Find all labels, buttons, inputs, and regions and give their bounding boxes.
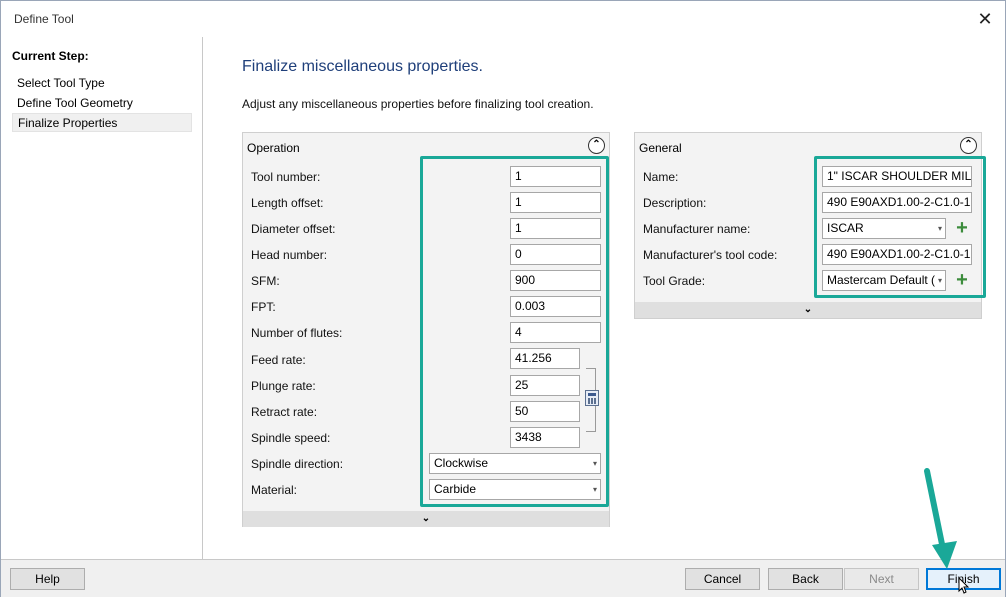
steps-panel: Current Step: Select Tool Type Define To…	[1, 37, 203, 559]
button-bar: Help Cancel Back Next Finish	[1, 559, 1005, 597]
operation-fields-highlight	[420, 156, 609, 507]
tool-number-label: Tool number:	[251, 170, 321, 184]
spindle-speed-label: Spindle speed:	[251, 431, 331, 445]
tool-grade-label: Tool Grade:	[643, 274, 706, 288]
name-label: Name:	[643, 170, 679, 184]
annotation-arrow-icon	[924, 468, 957, 569]
current-step-heading: Current Step:	[12, 49, 89, 63]
diameter-offset-label: Diameter offset:	[251, 222, 336, 236]
title-bar: Define Tool ✕	[1, 1, 1005, 36]
back-button[interactable]: Back	[768, 568, 843, 590]
description-label: Description:	[643, 196, 707, 210]
cancel-button[interactable]: Cancel	[685, 568, 760, 590]
window-title: Define Tool	[14, 12, 74, 26]
retract-rate-label: Retract rate:	[251, 405, 318, 419]
help-button[interactable]: Help	[10, 568, 85, 590]
head-number-label: Head number:	[251, 248, 328, 262]
number-of-flutes-label: Number of flutes:	[251, 326, 343, 340]
mouse-cursor-icon	[958, 577, 970, 594]
manufacturer-name-label: Manufacturer name:	[643, 222, 751, 236]
length-offset-label: Length offset:	[251, 196, 324, 210]
fpt-label: FPT:	[251, 300, 276, 314]
page-title: Finalize miscellaneous properties.	[242, 58, 483, 75]
general-heading: General	[639, 141, 682, 155]
expand-down-icon[interactable]: ⌄	[243, 511, 609, 527]
sfm-label: SFM:	[251, 274, 280, 288]
step-define-tool-geometry[interactable]: Define Tool Geometry	[12, 94, 192, 113]
general-fields-highlight	[814, 156, 986, 298]
page-description: Adjust any miscellaneous properties befo…	[242, 97, 594, 111]
next-button[interactable]: Next	[844, 568, 919, 590]
expand-down-icon[interactable]: ⌄	[635, 302, 981, 318]
collapse-up-icon[interactable]: ⌃	[960, 137, 977, 154]
plunge-rate-label: Plunge rate:	[251, 379, 316, 393]
spindle-direction-label: Spindle direction:	[251, 457, 344, 471]
collapse-up-icon[interactable]: ⌃	[588, 137, 605, 154]
step-finalize-properties[interactable]: Finalize Properties	[12, 113, 192, 132]
manufacturer-tool-code-label: Manufacturer's tool code:	[643, 248, 778, 262]
define-tool-dialog: Define Tool ✕ Current Step: Select Tool …	[0, 0, 1006, 597]
operation-heading: Operation	[247, 141, 300, 155]
feed-rate-label: Feed rate:	[251, 353, 306, 367]
step-select-tool-type[interactable]: Select Tool Type	[12, 74, 192, 93]
close-icon[interactable]: ✕	[973, 7, 997, 31]
material-label: Material:	[251, 483, 298, 497]
